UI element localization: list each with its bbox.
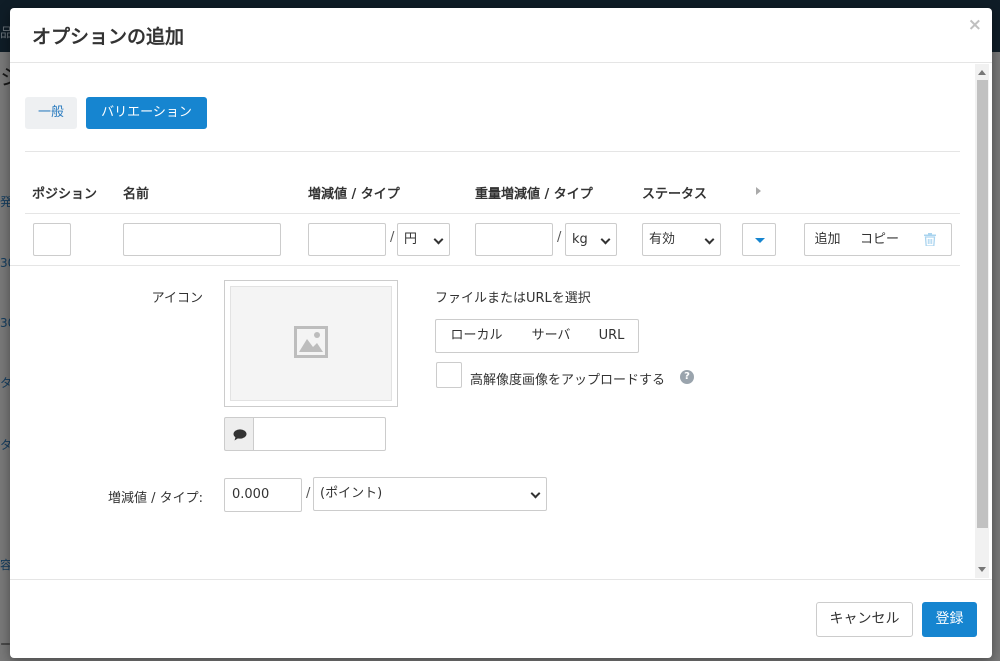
point-type-select[interactable]: (ポイント) (313, 477, 547, 511)
scrollbar-thumb[interactable] (977, 80, 988, 528)
tab-general[interactable]: 一般 (25, 97, 77, 129)
header-status: ステータス (642, 187, 708, 202)
modifier-type-value: 円 (404, 232, 418, 247)
url-source-button[interactable]: URL (585, 319, 639, 353)
trash-icon (924, 233, 936, 246)
caret-down-icon (755, 238, 765, 243)
image-preview[interactable] (224, 280, 398, 407)
scroll-down-icon[interactable] (978, 567, 986, 572)
comment-icon (233, 429, 247, 441)
close-icon[interactable]: × (968, 15, 982, 35)
header-position: ポジション (32, 187, 98, 202)
chevron-down-icon (704, 234, 715, 245)
chevron-down-icon (530, 488, 541, 499)
server-source-button[interactable]: サーバ (517, 319, 586, 353)
dialog-body: 一般 バリエーション ポジション 名前 増減値 / タイプ 重量増減値 / タイ… (10, 64, 992, 578)
hires-upload-label: 高解像度画像をアップロードする (470, 373, 666, 388)
file-source-label: ファイルまたはURLを選択 (435, 291, 591, 306)
dialog-title: オプションの追加 (32, 26, 185, 48)
divider (25, 213, 960, 214)
weight-modifier-input[interactable] (475, 223, 553, 256)
help-icon[interactable]: ? (680, 370, 694, 384)
cancel-button[interactable]: キャンセル (816, 602, 913, 637)
point-type-value: (ポイント) (320, 486, 383, 501)
chevron-down-icon (433, 234, 444, 245)
submit-button[interactable]: 登録 (922, 602, 977, 637)
divider (25, 151, 960, 152)
point-modifier-input[interactable]: 0.000 (224, 478, 302, 512)
separator: / (306, 486, 311, 501)
separator: / (557, 230, 562, 245)
status-select[interactable]: 有効 (642, 223, 721, 256)
more-options-dropdown-button[interactable] (742, 223, 776, 256)
header-weight-modifier: 重量増減値 / タイプ (475, 187, 593, 202)
name-input[interactable] (123, 223, 281, 256)
separator: / (390, 230, 395, 245)
dialog-header: オプションの追加 × (10, 8, 992, 63)
icon-label: アイコン (151, 291, 203, 306)
modifier-input[interactable] (308, 223, 386, 256)
add-row-button[interactable]: 追加 (804, 223, 851, 256)
image-icon (294, 326, 328, 358)
scrollbar[interactable] (975, 64, 989, 578)
dialog-footer: キャンセル 登録 (10, 579, 992, 658)
alt-text-addon (224, 417, 254, 451)
status-value: 有効 (649, 232, 676, 247)
divider (10, 265, 960, 266)
caret-right-icon[interactable] (756, 187, 761, 195)
chevron-down-icon (600, 234, 611, 245)
tab-variation[interactable]: バリエーション (86, 97, 207, 129)
modifier-type-select[interactable]: 円 (397, 223, 450, 256)
modifier-label: 増減値 / タイプ: (107, 491, 203, 506)
position-input[interactable] (33, 223, 71, 256)
scroll-up-icon[interactable] (978, 70, 986, 75)
local-source-button[interactable]: ローカル (435, 319, 518, 353)
copy-row-button[interactable]: コピー (850, 223, 910, 256)
add-option-dialog: オプションの追加 × 一般 バリエーション ポジション 名前 増減値 / タイプ… (10, 8, 992, 658)
weight-type-select[interactable]: kg (565, 223, 617, 256)
delete-row-button[interactable] (909, 223, 952, 256)
alt-text-input[interactable] (253, 417, 386, 451)
header-modifier: 増減値 / タイプ (308, 187, 400, 202)
weight-type-value: kg (572, 232, 588, 247)
image-placeholder (230, 286, 392, 401)
header-name: 名前 (123, 187, 150, 202)
hires-upload-checkbox[interactable] (436, 362, 462, 388)
